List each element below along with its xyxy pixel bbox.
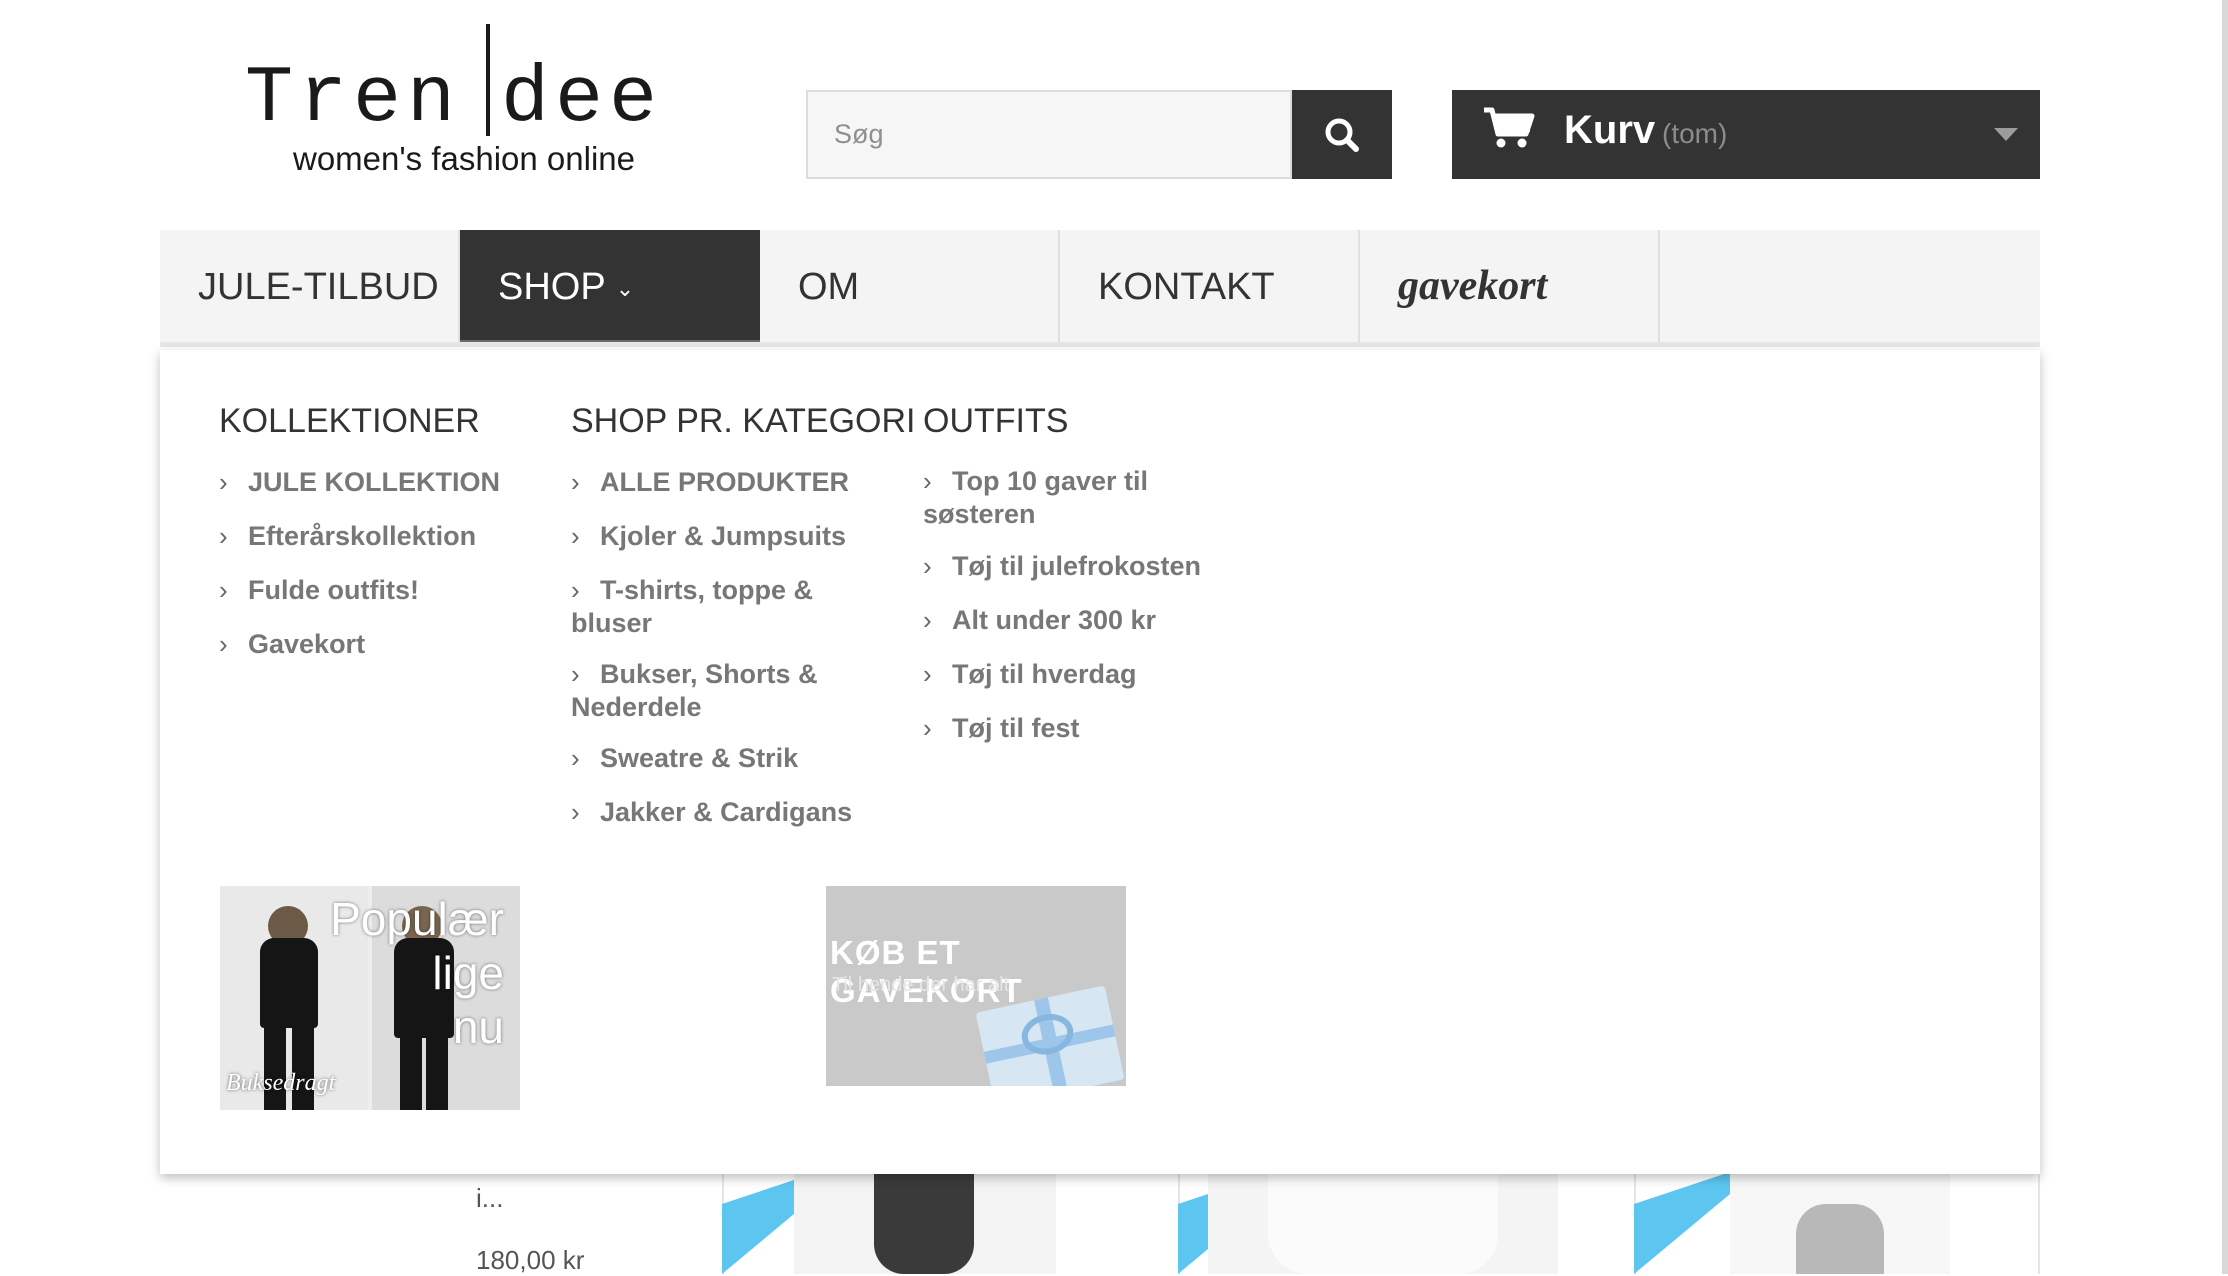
banner-gift-subtitle: Til hende der har alt (832, 974, 1010, 996)
chevron-right-icon: › (571, 521, 580, 551)
logo-wordmark: Tren dee (245, 54, 664, 145)
chevron-right-icon: › (923, 713, 932, 743)
cart-status: (tom) (1662, 118, 1728, 149)
menu-link[interactable]: › Bukser, Shorts & Nederdele (571, 658, 831, 724)
chevron-right-icon: › (219, 521, 228, 551)
product-card[interactable] (1634, 1174, 2040, 1274)
banner-gift-card[interactable]: KØB ET GAVEKORT Til hende der har alt (826, 886, 1126, 1086)
chevron-right-icon: › (219, 575, 228, 605)
chevron-right-icon: › (571, 797, 580, 827)
menu-link[interactable]: › Sweatre & Strik (571, 742, 861, 775)
nav-label: OM (798, 266, 860, 308)
menu-link[interactable]: › Efterårskollektion (219, 520, 519, 553)
product-name-fragment[interactable]: i... (476, 1183, 503, 1214)
chevron-right-icon: › (219, 629, 228, 659)
product-image (794, 1174, 1056, 1274)
chevron-right-icon: › (923, 605, 932, 635)
nav-item-shop[interactable]: SHOP ⌄ (460, 230, 760, 347)
cart-button[interactable]: Kurv (tom) (1452, 90, 2040, 179)
chevron-right-icon: › (571, 659, 580, 689)
menu-link[interactable]: › ALLE PRODUKTER (571, 466, 861, 499)
menu-link[interactable]: › Fulde outfits! (219, 574, 519, 607)
nav-label: gavekort (1398, 263, 1548, 309)
menu-link[interactable]: › T-shirts, toppe & bluser (571, 574, 831, 640)
menu-link[interactable]: › Tøj til julefrokosten (923, 550, 1243, 583)
banner-popular-now[interactable]: Populær lige nu Buksedragt (220, 886, 520, 1110)
nav-item-om[interactable]: OM (760, 230, 1060, 345)
chevron-right-icon: › (571, 575, 580, 605)
banner-caption: Buksedragt (226, 1070, 336, 1096)
search-icon (1325, 118, 1359, 152)
nav-label: KONTAKT (1098, 266, 1275, 308)
chevron-right-icon: › (571, 467, 580, 497)
chevron-down-icon: ⌄ (615, 275, 635, 301)
menu-link[interactable]: › Kjoler & Jumpsuits (571, 520, 861, 553)
cart-icon (1484, 107, 1535, 148)
menu-link[interactable]: › Tøj til fest (923, 712, 1243, 745)
chevron-right-icon: › (923, 551, 932, 581)
menu-link[interactable]: › JULE KOLLEKTION (219, 466, 519, 499)
nav-label: JULE-TILBUD (198, 266, 439, 308)
scrollbar[interactable] (2222, 0, 2228, 1274)
chevron-right-icon: › (923, 659, 932, 689)
product-image (1730, 1174, 1950, 1274)
nav-item-kontakt[interactable]: KONTAKT (1060, 230, 1360, 345)
chevron-right-icon: › (571, 743, 580, 773)
search-button[interactable] (1292, 90, 1392, 179)
site-logo[interactable]: Tren dee women's fashion online (245, 22, 675, 182)
search-input[interactable] (806, 90, 1292, 179)
column-title-categories: SHOP PR. KATEGORI (571, 402, 916, 440)
nav-item-jule-tilbud[interactable]: JULE-TILBUD (160, 230, 460, 345)
banner-popular-text: Populær lige nu (330, 893, 504, 1053)
chevron-right-icon: › (923, 466, 932, 496)
logo-tagline: women's fashion online (293, 140, 636, 177)
cart-label: Kurv (1564, 108, 1656, 152)
nav-label: SHOP ⌄ (498, 266, 635, 308)
product-card[interactable] (1178, 1174, 1580, 1274)
menu-link[interactable]: › Jakker & Cardigans (571, 796, 871, 829)
main-nav: JULE-TILBUD SHOP ⌄ OM KONTAKT gavekort (160, 230, 2040, 347)
product-card[interactable] (722, 1174, 1122, 1274)
nav-item-gavekort[interactable]: gavekort (1360, 230, 1660, 345)
menu-link[interactable]: › Alt under 300 kr (923, 604, 1243, 637)
menu-link[interactable]: › Gavekort (219, 628, 519, 661)
logo-divider (486, 24, 490, 136)
chevron-right-icon: › (219, 467, 228, 497)
chevron-down-icon (1994, 128, 2018, 141)
product-price: 180,00 kr (476, 1245, 585, 1275)
product-image (1208, 1174, 1558, 1274)
menu-link[interactable]: › Top 10 gaver til søsteren (923, 465, 1163, 531)
nav-underline (160, 342, 2040, 347)
menu-link[interactable]: › Tøj til hverdag (923, 658, 1243, 691)
column-title-outfits: OUTFITS (923, 402, 1069, 440)
column-title-collections: KOLLEKTIONER (219, 402, 480, 440)
